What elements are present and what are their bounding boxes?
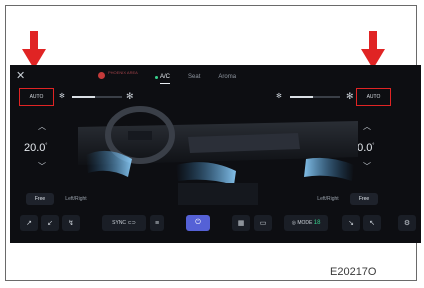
seat-vent-passenger-button[interactable]: ↖ — [363, 215, 381, 231]
cabin-illustration — [78, 106, 358, 205]
right-mode-leftright[interactable]: Left/Right — [310, 193, 346, 205]
left-auto-button[interactable]: AUTO — [19, 88, 54, 106]
left-temperature: 20.0° — [24, 142, 48, 154]
left-mode-leftright[interactable]: Left/Right — [58, 193, 94, 205]
close-icon[interactable]: ✕ — [16, 71, 25, 82]
sync-toggle-icon: ⊂⊃ — [127, 220, 136, 226]
tab-aroma[interactable]: Aroma — [218, 74, 236, 80]
seat-heat-passenger-button[interactable]: ↘ — [342, 215, 360, 231]
tab-seat[interactable]: Seat — [188, 74, 200, 80]
sync-button[interactable]: SYNC ⊂⊃ — [102, 215, 146, 231]
left-temp-up-icon[interactable]: ︿ — [38, 121, 46, 132]
tab-ac[interactable]: A/C — [154, 74, 171, 84]
right-mode-free[interactable]: Free — [350, 193, 378, 205]
left-temp-down-icon[interactable]: ﹀ — [38, 161, 46, 172]
seat-heat-driver-button[interactable]: ↗ — [20, 215, 38, 231]
figure-code: E20217O — [330, 266, 377, 278]
rear-defrost-button[interactable]: ▭ — [254, 215, 272, 231]
mode-button[interactable]: ◎ MODE 18 — [284, 215, 328, 231]
left-mode-free[interactable]: Free — [26, 193, 54, 205]
front-defrost-button[interactable]: ▦ — [232, 215, 250, 231]
mode-icon: ◎ — [291, 220, 296, 226]
left-fan-low-icon[interactable]: ✻ — [59, 92, 65, 100]
settings-gear-icon[interactable]: ⚙ — [398, 215, 416, 231]
brand-logo-text: PHOENIX AREA — [108, 70, 138, 75]
menu-button[interactable]: ≡ — [150, 215, 164, 231]
climate-tabs: A/C Seat Aroma — [154, 71, 236, 84]
brand-logo-icon — [98, 72, 105, 79]
seat-vent-driver-button[interactable]: ↙ — [41, 215, 59, 231]
seat-massage-driver-button[interactable]: ↯ — [62, 215, 80, 231]
climate-screen: ✕ PHOENIX AREA A/C Seat Aroma AUTO ✻ ✻ ✻… — [10, 65, 421, 243]
power-button[interactable]: ⏻ — [186, 215, 210, 231]
